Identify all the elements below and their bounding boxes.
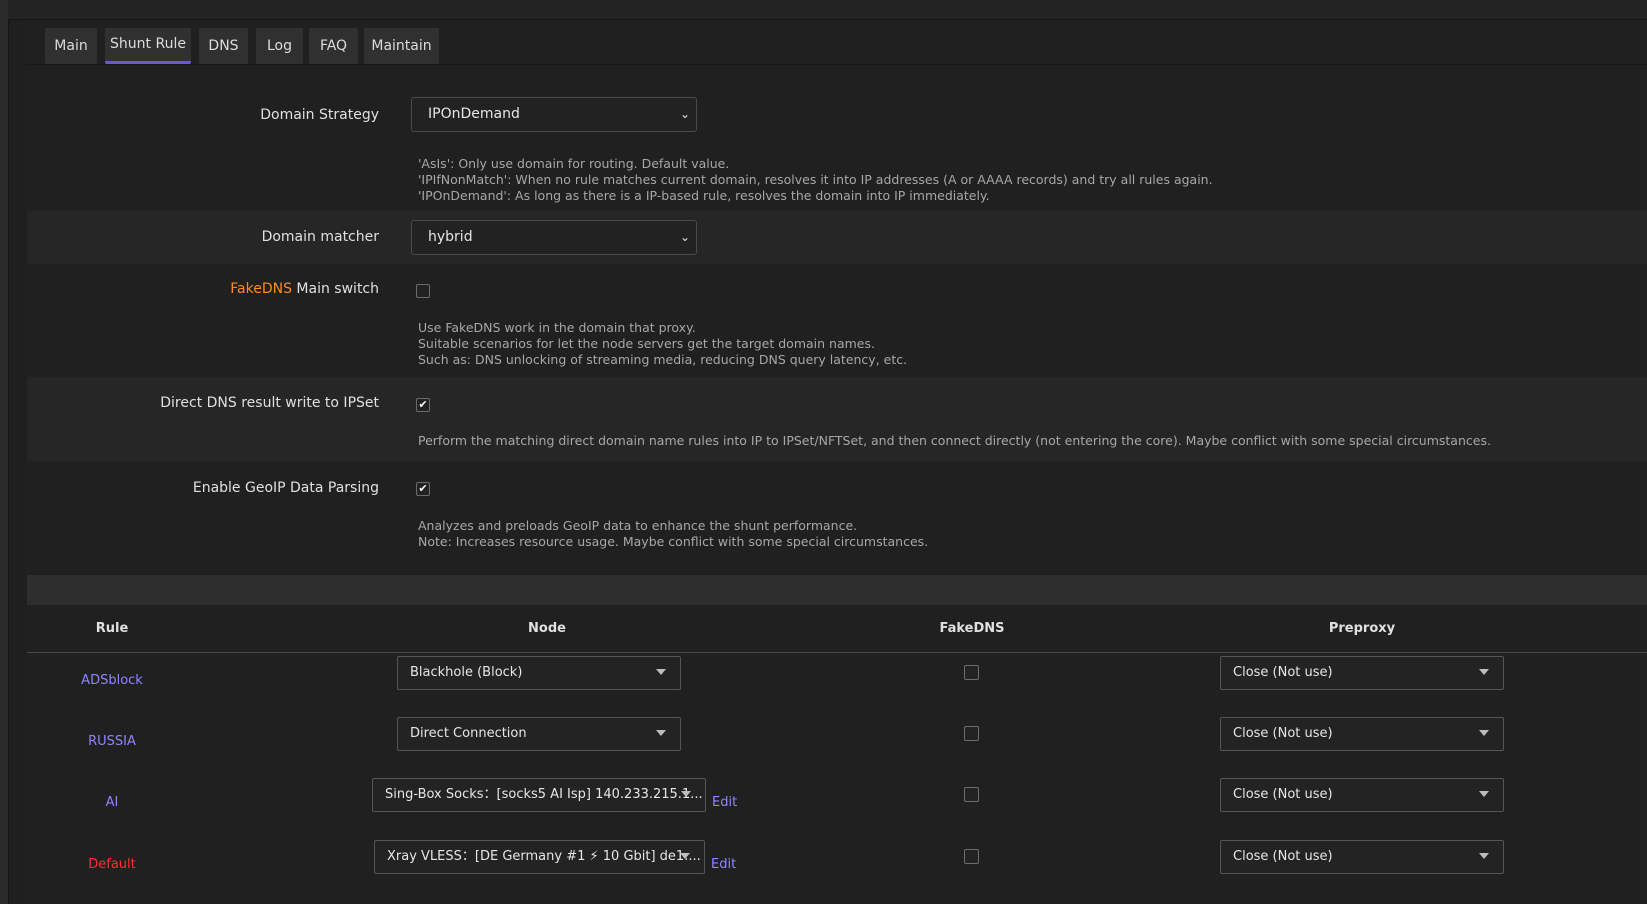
tab-faq[interactable]: FAQ xyxy=(309,28,358,64)
domain-matcher-value: hybrid xyxy=(428,229,473,245)
node-select[interactable]: Xray VLESS：[DE Germany #1 ⚡ 10 Gbit] de1… xyxy=(374,840,705,874)
caret-down-icon xyxy=(680,853,690,859)
domain-strategy-row: Domain Strategy IPOnDemand ⌄ 'AsIs': Onl… xyxy=(27,65,1647,211)
caret-down-icon xyxy=(1479,853,1489,859)
rule-name[interactable]: Default xyxy=(27,857,197,872)
fakedns-row-checkbox[interactable] xyxy=(964,665,979,680)
fakedns-label-suffix: Main switch xyxy=(291,281,379,297)
check-icon: ✔ xyxy=(418,482,428,495)
domain-strategy-description: 'AsIs': Only use domain for routing. Def… xyxy=(418,156,1213,204)
table-row: ADSblock Blackhole (Block) Close (Not us… xyxy=(27,653,1647,713)
fakedns-checkbox[interactable] xyxy=(416,284,430,298)
fakedns-row-checkbox[interactable] xyxy=(964,787,979,802)
preproxy-select[interactable]: Close (Not use) xyxy=(1220,778,1504,812)
domain-matcher-row: Domain matcher hybrid ⌄ xyxy=(27,211,1647,264)
preproxy-select[interactable]: Close (Not use) xyxy=(1220,717,1504,751)
fakedns-description: Use FakeDNS work in the domain that prox… xyxy=(418,320,907,368)
desc-line: Such as: DNS unlocking of streaming medi… xyxy=(418,352,908,367)
desc-line: Note: Increases resource usage. Maybe co… xyxy=(418,534,929,549)
desc-line: Use FakeDNS work in the domain that prox… xyxy=(418,320,696,335)
shunt-table-header: Rule Node FakeDNS Preproxy xyxy=(27,605,1647,653)
settings-panel: Main Shunt Rule DNS Log FAQ Maintain Dom… xyxy=(27,20,1647,904)
direct-dns-description: Perform the matching direct domain name … xyxy=(418,433,1491,448)
geoip-checkbox[interactable]: ✔ xyxy=(416,482,430,496)
domain-matcher-select[interactable]: hybrid ⌄ xyxy=(411,220,697,255)
fakedns-row-checkbox[interactable] xyxy=(964,726,979,741)
caret-down-icon xyxy=(1479,669,1489,675)
table-row: Default Xray VLESS：[DE Germany #1 ⚡ 10 G… xyxy=(27,837,1647,897)
node-select[interactable]: Direct Connection xyxy=(397,717,681,751)
preproxy-value: Close (Not use) xyxy=(1233,665,1333,680)
node-value: Blackhole (Block) xyxy=(410,665,523,680)
node-value: Sing-Box Socks：[socks5 AI Isp] 140.233.2… xyxy=(385,787,703,802)
geoip-description: Analyzes and preloads GeoIP data to enha… xyxy=(418,518,928,550)
column-header-rule: Rule xyxy=(95,621,129,636)
chevron-down-icon: ⌄ xyxy=(679,230,690,244)
geoip-label: Enable GeoIP Data Parsing xyxy=(192,480,379,496)
preproxy-select[interactable]: Close (Not use) xyxy=(1220,656,1504,690)
rule-name[interactable]: ADSblock xyxy=(27,673,197,688)
node-select[interactable]: Sing-Box Socks：[socks5 AI Isp] 140.233.2… xyxy=(372,778,706,812)
direct-dns-label: Direct DNS result write to IPSet xyxy=(160,395,379,411)
edit-node-link[interactable]: Edit xyxy=(711,857,736,872)
left-edge xyxy=(0,0,9,904)
geoip-row: Enable GeoIP Data Parsing ✔ Analyzes and… xyxy=(27,461,1647,575)
caret-down-icon xyxy=(681,791,691,797)
direct-dns-row: Direct DNS result write to IPSet ✔ Perfo… xyxy=(27,377,1647,461)
tab-bar: Main Shunt Rule DNS Log FAQ Maintain xyxy=(27,20,1647,64)
tab-dns[interactable]: DNS xyxy=(199,28,248,64)
check-icon: ✔ xyxy=(418,398,428,411)
direct-dns-checkbox[interactable]: ✔ xyxy=(416,398,430,412)
fakedns-label: FakeDNS Main switch xyxy=(27,281,379,297)
preproxy-value: Close (Not use) xyxy=(1233,726,1333,741)
fakedns-row: FakeDNS Main switch Use FakeDNS work in … xyxy=(27,264,1647,377)
desc-line: Analyzes and preloads GeoIP data to enha… xyxy=(418,518,858,533)
domain-matcher-label: Domain matcher xyxy=(261,229,379,245)
preproxy-value: Close (Not use) xyxy=(1233,787,1333,802)
section-divider xyxy=(27,575,1647,605)
top-bar xyxy=(8,0,1647,20)
fakedns-label-prefix: FakeDNS xyxy=(230,281,292,297)
caret-down-icon xyxy=(656,730,666,736)
fakedns-row-checkbox[interactable] xyxy=(964,849,979,864)
edit-node-link[interactable]: Edit xyxy=(712,795,737,810)
tab-maintain[interactable]: Maintain xyxy=(364,28,439,64)
column-header-preproxy: Preproxy xyxy=(1328,621,1396,636)
rule-name[interactable]: RUSSIA xyxy=(27,734,197,749)
column-header-node: Node xyxy=(528,621,566,636)
node-value: Xray VLESS：[DE Germany #1 ⚡ 10 Gbit] de1… xyxy=(387,849,701,864)
tab-log[interactable]: Log xyxy=(256,28,303,64)
column-header-fakedns: FakeDNS xyxy=(939,621,1005,636)
tab-shunt-rule[interactable]: Shunt Rule xyxy=(105,28,191,64)
caret-down-icon xyxy=(656,669,666,675)
table-row: RUSSIA Direct Connection Close (Not use) xyxy=(27,714,1647,774)
preproxy-value: Close (Not use) xyxy=(1233,849,1333,864)
chevron-down-icon: ⌄ xyxy=(679,107,690,121)
desc-line: 'AsIs': Only use domain for routing. Def… xyxy=(418,156,730,171)
domain-strategy-select[interactable]: IPOnDemand ⌄ xyxy=(411,97,697,132)
node-value: Direct Connection xyxy=(410,726,527,741)
desc-line: 'IPIfNonMatch': When no rule matches cur… xyxy=(418,172,1213,187)
table-row: AI Sing-Box Socks：[socks5 AI Isp] 140.23… xyxy=(27,775,1647,835)
preproxy-select[interactable]: Close (Not use) xyxy=(1220,840,1504,874)
desc-line: 'IPOnDemand': As long as there is a IP-b… xyxy=(418,188,990,203)
rule-name[interactable]: AI xyxy=(27,795,197,810)
desc-line: Suitable scenarios for let the node serv… xyxy=(418,336,875,351)
tab-main[interactable]: Main xyxy=(45,28,97,64)
caret-down-icon xyxy=(1479,791,1489,797)
caret-down-icon xyxy=(1479,730,1489,736)
domain-strategy-label: Domain Strategy xyxy=(260,107,379,123)
domain-strategy-value: IPOnDemand xyxy=(428,106,520,122)
node-select[interactable]: Blackhole (Block) xyxy=(397,656,681,690)
